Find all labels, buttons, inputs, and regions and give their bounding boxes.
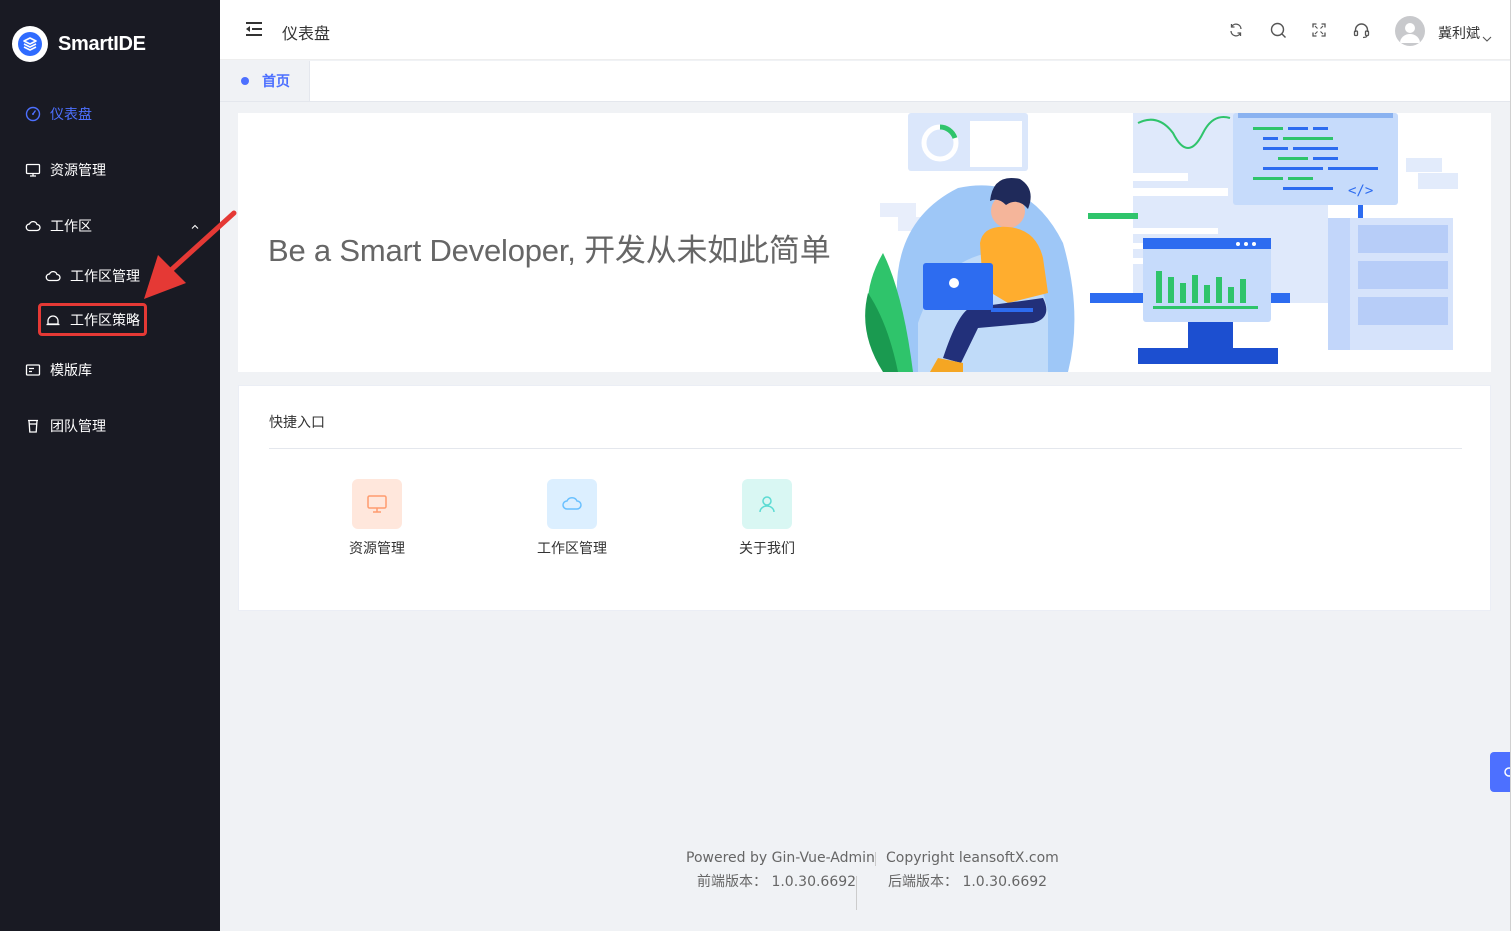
cloud-icon bbox=[547, 479, 597, 529]
user-icon bbox=[742, 479, 792, 529]
quick-entry-label: 工作区管理 bbox=[537, 541, 607, 557]
backend-version-value: 1.0.30.6692 bbox=[962, 874, 1048, 890]
sidebar-item-label: 模版库 bbox=[50, 363, 92, 379]
refresh-icon[interactable] bbox=[1227, 21, 1245, 39]
sidebar-item-resources[interactable]: 资源管理 bbox=[0, 150, 220, 190]
sidebar-item-label: 仪表盘 bbox=[50, 107, 92, 123]
developer-illustration: </> bbox=[865, 113, 1458, 372]
settings-drawer-handle[interactable] bbox=[1490, 752, 1511, 792]
quick-entry-label: 资源管理 bbox=[349, 541, 405, 557]
template-icon bbox=[24, 361, 42, 379]
monitor-icon bbox=[24, 161, 42, 179]
copyright-label: Copyright bbox=[886, 850, 955, 866]
cloud-icon bbox=[44, 267, 62, 285]
sidebar-item-label: 工作区 bbox=[50, 219, 92, 235]
monitor-icon bbox=[352, 479, 402, 529]
svg-text:</>: </> bbox=[1348, 183, 1373, 199]
smartide-logo-icon bbox=[12, 26, 48, 62]
search-icon[interactable] bbox=[1269, 21, 1287, 39]
powered-label: Powered by bbox=[686, 850, 768, 866]
quick-entry-about-us[interactable]: 关于我们 bbox=[707, 479, 827, 558]
powered-link[interactable]: Gin-Vue-Admin bbox=[772, 850, 875, 866]
tabs-bar: 首页 bbox=[220, 61, 1510, 102]
fullscreen-icon[interactable] bbox=[1310, 21, 1328, 39]
copyright-link[interactable]: leansoftX.com bbox=[959, 850, 1059, 866]
quick-entry-title: 快捷入口 bbox=[269, 415, 325, 431]
powered-by: Powered by Gin-Vue-Admin bbox=[686, 848, 875, 872]
sidebar-item-dashboard[interactable]: 仪表盘 bbox=[0, 94, 220, 134]
annotation-arrow bbox=[144, 210, 237, 299]
quick-entry-workspace-management[interactable]: 工作区管理 bbox=[512, 479, 632, 558]
copyright: Copyright leansoftX.com bbox=[886, 848, 1059, 872]
tab-active-dot bbox=[241, 77, 249, 85]
gear-icon bbox=[1504, 767, 1511, 777]
app-name: SmartIDE bbox=[58, 32, 146, 55]
divider bbox=[269, 448, 1462, 449]
sidebar: SmartIDE 仪表盘 资源管理 工作区 工作区管理 工作区策略 模版库 团队… bbox=[0, 0, 220, 931]
quick-entry-label: 关于我们 bbox=[739, 541, 795, 557]
backend-version: 后端版本： 1.0.30.6692 bbox=[886, 872, 1059, 896]
chevron-down-icon[interactable] bbox=[1482, 28, 1492, 47]
quick-entry-resources[interactable]: 资源管理 bbox=[317, 479, 437, 558]
sidebar-item-team[interactable]: 团队管理 bbox=[0, 406, 220, 446]
header: 仪表盘 冀利斌 bbox=[220, 0, 1510, 60]
backend-version-label: 后端版本： bbox=[888, 874, 958, 890]
headset-icon[interactable] bbox=[1352, 21, 1370, 39]
page-title: 仪表盘 bbox=[282, 24, 331, 43]
sidebar-item-templates[interactable]: 模版库 bbox=[0, 350, 220, 390]
menu-fold-icon[interactable] bbox=[244, 21, 264, 41]
logo[interactable]: SmartIDE bbox=[12, 26, 146, 62]
footer-separator bbox=[856, 876, 857, 910]
sidebar-item-label: 资源管理 bbox=[50, 163, 106, 179]
frontend-version-value: 1.0.30.6692 bbox=[771, 874, 857, 890]
tab-label: 首页 bbox=[262, 74, 290, 90]
cloud-icon bbox=[24, 217, 42, 235]
user-name[interactable]: 冀利斌 bbox=[1438, 23, 1480, 43]
avatar[interactable] bbox=[1395, 16, 1425, 46]
tab-home[interactable]: 首页 bbox=[220, 61, 310, 101]
frontend-version-label: 前端版本： bbox=[697, 874, 767, 890]
frontend-version: 前端版本： 1.0.30.6692 bbox=[686, 872, 875, 896]
cup-icon bbox=[24, 417, 42, 435]
banner-slogan: Be a Smart Developer, 开发从未如此简单 bbox=[268, 233, 831, 268]
quick-entry-card: 快捷入口 资源管理 工作区管理 关于我们 bbox=[238, 385, 1491, 611]
welcome-banner: Be a Smart Developer, 开发从未如此简单 </> bbox=[238, 113, 1491, 372]
sidebar-item-label: 团队管理 bbox=[50, 419, 106, 435]
dashboard-icon bbox=[24, 105, 42, 123]
footer-separator bbox=[875, 852, 876, 866]
